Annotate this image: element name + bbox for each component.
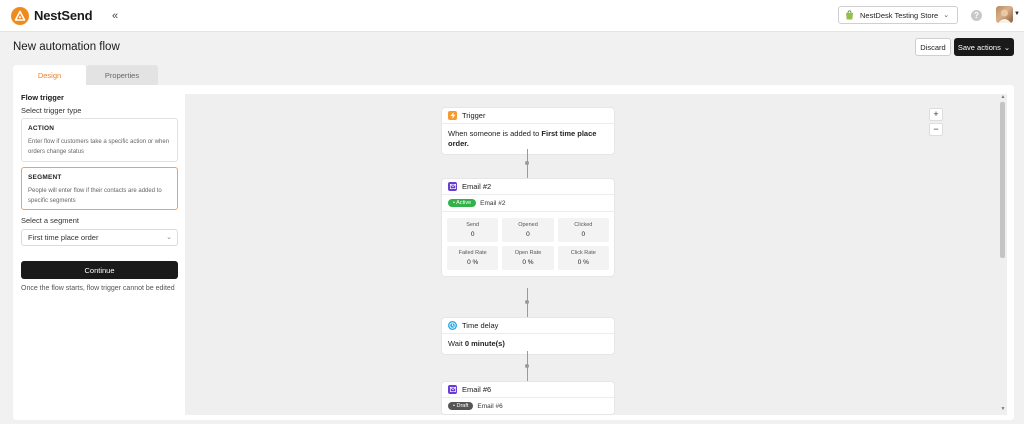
tab-properties[interactable]: Properties (86, 65, 158, 85)
chevron-down-icon: ⌄ (943, 12, 950, 19)
brand-name: NestSend (34, 8, 93, 23)
page-title: New automation flow (13, 41, 120, 53)
collapse-sidebar-icon[interactable]: « (109, 9, 121, 23)
delay-duration: 0 minute(s) (464, 339, 505, 348)
continue-button[interactable]: Continue (21, 261, 178, 279)
option-description: People will enter flow if their contacts… (28, 188, 162, 204)
help-icon[interactable]: ? (971, 10, 982, 21)
canvas-scrollbar[interactable]: ▲ ▼ (999, 94, 1007, 415)
node-title: Email #2 (462, 182, 492, 191)
stat-card: Opened 0 (502, 218, 554, 242)
zoom-in-button[interactable]: + (929, 108, 943, 121)
chevron-down-icon: ⌄ (166, 234, 172, 241)
node-body: When someone is added to First time plac… (448, 129, 597, 148)
flow-trigger-title: Flow trigger (21, 93, 64, 102)
connector-dot (525, 364, 529, 368)
status-badge: • Active (448, 199, 477, 207)
scroll-down-icon[interactable]: ▼ (999, 406, 1007, 412)
email-name: Email #2 (480, 199, 506, 207)
segment-label: Select a segment (21, 216, 79, 225)
store-selector[interactable]: NestDesk Testing Store ⌄ (838, 6, 958, 24)
email-stats: Send 0 Opened 0 Clicked 0 Failed Rate 0 % Op… (442, 212, 614, 276)
trigger-option-action[interactable]: ACTION Enter flow if customers take a sp… (21, 118, 178, 162)
stat-card: Open Rate 0 % (502, 246, 554, 270)
option-description: Enter flow if customers take a specific … (28, 139, 170, 155)
email-node[interactable]: Email #2 • Active Email #2 Send 0 Opened 0… (442, 179, 614, 276)
lightning-icon (448, 111, 457, 120)
trigger-node[interactable]: Trigger When someone is added to First t… (442, 108, 614, 154)
caret-down-icon[interactable]: ▼ (1014, 11, 1020, 17)
zoom-out-button[interactable]: − (929, 123, 943, 136)
clock-icon (448, 321, 457, 330)
stat-card: Failed Rate 0 % (447, 246, 499, 270)
tab-design[interactable]: Design (13, 65, 86, 85)
stat-card: Clicked 0 (557, 218, 609, 242)
shopify-icon (846, 10, 853, 20)
scroll-thumb[interactable] (1000, 102, 1005, 258)
email-name: Email #6 (477, 402, 503, 410)
stat-card: Send 0 (447, 218, 499, 242)
connector-dot (525, 161, 529, 165)
trigger-note: Once the flow starts, flow trigger canno… (21, 285, 175, 292)
node-title: Trigger (462, 111, 486, 120)
status-badge: • Draft (448, 402, 474, 410)
flow-canvas[interactable]: + − Trigger When someone is added to Fir… (185, 94, 1007, 415)
node-title: Time delay (462, 321, 499, 330)
envelope-icon (448, 385, 457, 394)
node-title: Email #6 (462, 385, 492, 394)
user-avatar[interactable] (996, 6, 1013, 23)
email-node[interactable]: Email #6 • Draft Email #6 (442, 382, 614, 414)
discard-button[interactable]: Discard (915, 38, 951, 56)
store-name: NestDesk Testing Store (860, 10, 939, 20)
option-title: SEGMENT (28, 174, 62, 181)
segment-select[interactable]: First time place order ⌄ (21, 229, 178, 246)
stat-card: Click Rate 0 % (557, 246, 609, 270)
connector-dot (525, 300, 529, 304)
nestsend-logo-icon (11, 7, 29, 25)
time-delay-node[interactable]: Time delay Wait 0 minute(s) (442, 318, 614, 354)
option-title: ACTION (28, 125, 55, 132)
scroll-up-icon[interactable]: ▲ (999, 94, 1007, 100)
flow-trigger-subtitle: Select trigger type (21, 106, 82, 115)
save-actions-button[interactable]: Save actions ⌄ (954, 38, 1014, 56)
trigger-option-segment[interactable]: SEGMENT People will enter flow if their … (21, 167, 178, 210)
main-panel: Flow trigger Select trigger type ACTION … (13, 85, 1014, 420)
node-body: Wait 0 minute(s) (448, 339, 505, 348)
save-actions-label: Save actions (957, 42, 1001, 52)
segment-value: First time place order (28, 233, 99, 242)
top-bar: NestSend « NestDesk Testing Store ⌄ ? ▼ (0, 0, 1024, 32)
envelope-icon (448, 182, 457, 191)
chevron-down-icon: ⌄ (1003, 42, 1011, 52)
